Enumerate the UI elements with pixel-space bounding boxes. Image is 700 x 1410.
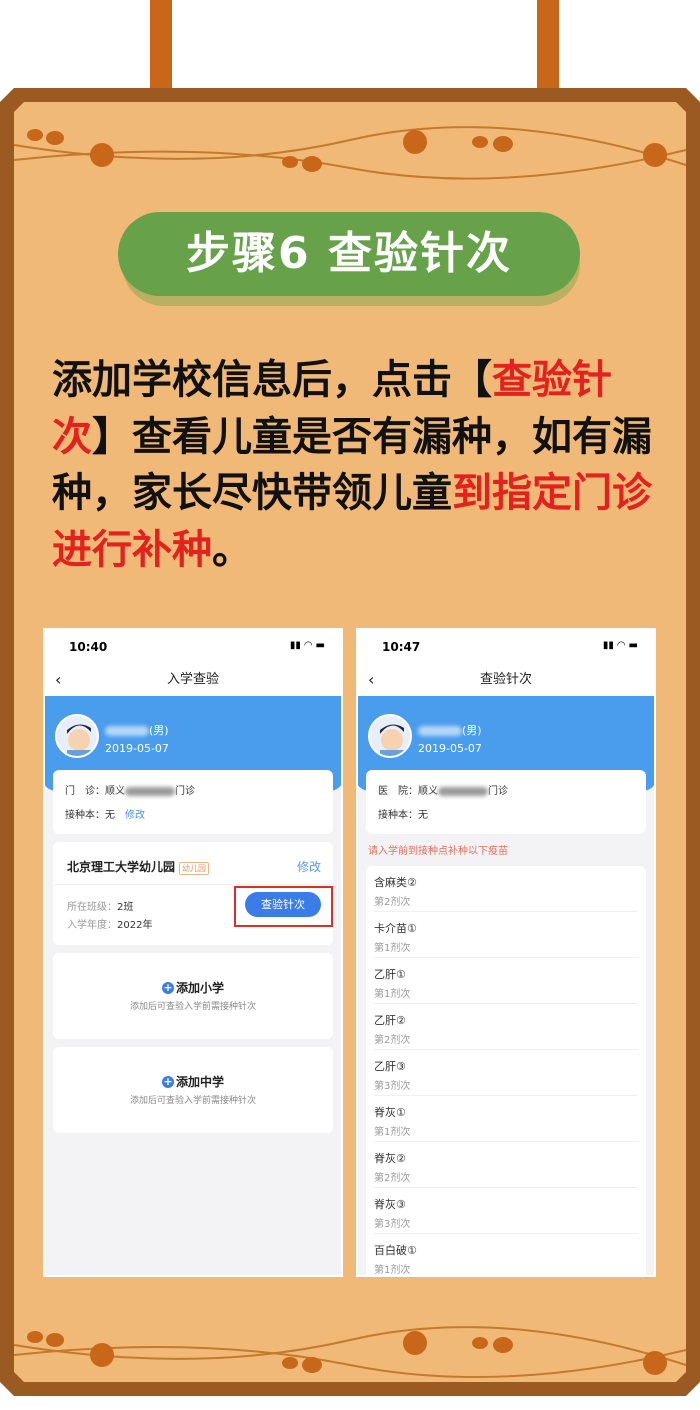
avatar xyxy=(55,714,99,758)
instruction-text: 添加学校信息后，点击【查验针次】查看儿童是否有漏种，如有漏种，家长尽快带领儿童到… xyxy=(52,357,652,573)
vaccine-dose: 第2剂次 xyxy=(374,1173,411,1184)
vaccine-dose: 第2剂次 xyxy=(374,1035,411,1046)
hanger-rope xyxy=(150,0,172,96)
vaccine-name: 百白破① xyxy=(374,1244,417,1257)
birth-date: 2019-05-07 xyxy=(418,742,482,755)
vaccine-name: 脊灰③ xyxy=(374,1198,406,1211)
vaccine-name: 乙肝③ xyxy=(374,1060,406,1073)
nav-title: 入学查验 xyxy=(166,672,219,687)
catch-up-warning: 请入学前到接种点补种以下疫苗 xyxy=(368,846,508,857)
vaccine-name: 乙肝② xyxy=(374,1014,406,1027)
check-doses-button[interactable]: 查验针次 xyxy=(245,892,321,917)
gender: (男) xyxy=(462,724,482,737)
vaccine-name: 脊灰② xyxy=(374,1152,406,1165)
status-icons: ▮▮ ◠ ▬ xyxy=(602,640,638,651)
screenshot-dose-check: 10:47 ▮▮ ◠ ▬ ‹ 查验针次 (男) 2019-05-07 医 院：顺义门… xyxy=(356,628,656,1277)
plus-icon: + xyxy=(161,981,174,994)
vaccine-name: 含麻类② xyxy=(374,876,417,889)
vaccine-list: 含麻类② 第2剂次 卡介苗① 第1剂次 乙肝① 第1剂次 乙肝② 第2剂次 乙肝③ 第3剂次 脊灰①… xyxy=(366,866,646,1276)
vaccine-item: 脊灰② 第2剂次 xyxy=(374,1142,638,1188)
vaccine-name: 卡介苗① xyxy=(374,922,417,935)
bottom-vine-decoration xyxy=(13,1326,687,1378)
hanger-rope xyxy=(537,0,559,96)
plus-icon: + xyxy=(161,1075,174,1088)
gender: (男) xyxy=(149,724,169,737)
vaccine-dose: 第1剂次 xyxy=(374,943,411,954)
vaccine-item: 乙肝③ 第3剂次 xyxy=(374,1050,638,1096)
screenshot-school-check: 10:40 ▮▮ ◠ ▬ ‹ 入学查验 (男) 2019-05-07 门 诊：顺义门… xyxy=(43,628,343,1277)
back-icon[interactable]: ‹ xyxy=(368,664,374,696)
school-name: 北京理工大学幼儿园 xyxy=(67,860,176,874)
vaccine-item: 百白破① 第1剂次 xyxy=(374,1234,638,1276)
top-vine-decoration xyxy=(13,126,687,180)
vaccine-dose: 第2剂次 xyxy=(374,897,411,908)
vaccine-item: 含麻类② 第2剂次 xyxy=(374,866,638,912)
nav-title: 查验针次 xyxy=(479,672,532,687)
avatar xyxy=(368,714,412,758)
vaccine-item: 脊灰③ 第3剂次 xyxy=(374,1188,638,1234)
vaccine-name: 乙肝① xyxy=(374,968,406,981)
vaccine-item: 乙肝① 第1剂次 xyxy=(374,958,638,1004)
status-time: 10:40 xyxy=(69,640,108,654)
add-middle-school-card[interactable]: + 添加中学 添加后可查验入学前需接种针次 xyxy=(53,1047,333,1133)
clinic-card: 门 诊：顺义 门诊 接种本：无 修改 xyxy=(53,770,333,834)
vaccine-dose: 第3剂次 xyxy=(374,1219,411,1230)
vaccine-dose: 第1剂次 xyxy=(374,1265,411,1276)
vaccine-dose: 第1剂次 xyxy=(374,1127,411,1138)
school-edit-link[interactable]: 修改 xyxy=(297,858,321,875)
edit-link[interactable]: 修改 xyxy=(125,810,145,821)
school-tag: 幼儿园 xyxy=(179,862,210,875)
vaccine-dose: 第3剂次 xyxy=(374,1081,411,1092)
vaccine-item: 脊灰① 第1剂次 xyxy=(374,1096,638,1142)
hospital-card: 医 院：顺义 门诊 接种本：无 xyxy=(366,770,646,834)
vaccine-item: 卡介苗① 第1剂次 xyxy=(374,912,638,958)
birth-date: 2019-05-07 xyxy=(105,742,169,755)
vaccine-dose: 第1剂次 xyxy=(374,989,411,1000)
vaccine-item: 乙肝② 第2剂次 xyxy=(374,1004,638,1050)
back-icon[interactable]: ‹ xyxy=(55,664,61,696)
step-title: 步骤6 查验针次 xyxy=(118,212,580,296)
add-primary-school-card[interactable]: + 添加小学 添加后可查验入学前需接种针次 xyxy=(53,953,333,1039)
status-time: 10:47 xyxy=(382,640,421,654)
status-icons: ▮▮ ◠ ▬ xyxy=(289,640,325,651)
vaccine-name: 脊灰① xyxy=(374,1106,406,1119)
